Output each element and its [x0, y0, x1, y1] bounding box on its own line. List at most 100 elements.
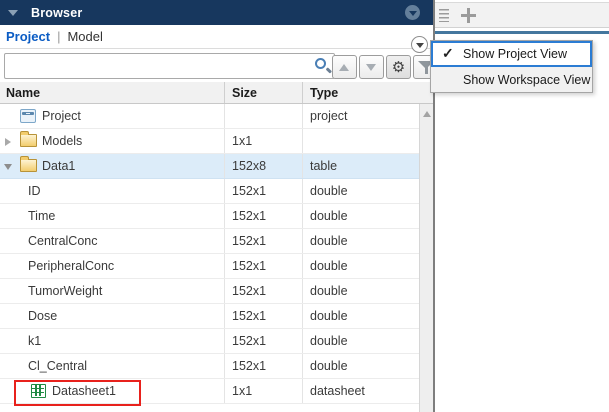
menu-item-label: Show Workspace View — [463, 73, 591, 87]
name-cell: Data1 — [0, 154, 224, 178]
name-cell: Cl_Central — [0, 354, 224, 378]
size-cell: 152x1 — [224, 179, 302, 203]
row-name: Dose — [28, 309, 58, 323]
column-header-size[interactable]: Size — [224, 82, 302, 103]
size-cell: 152x1 — [224, 229, 302, 253]
column-header-type[interactable]: Type — [302, 82, 433, 103]
type-cell: table — [302, 154, 419, 178]
table-row-selected[interactable]: Data1 152x8 table — [0, 154, 419, 179]
panel-title: Browser — [31, 5, 83, 20]
view-dropdown-menu: ✓ Show Project View Show Workspace View — [430, 40, 593, 93]
size-cell: 1x1 — [224, 129, 302, 153]
size-cell: 152x1 — [224, 354, 302, 378]
row-name: PeripheralConc — [28, 259, 115, 273]
table-row[interactable]: k1 152x1 double — [0, 329, 419, 354]
size-cell: 1x1 — [224, 379, 302, 403]
type-cell: datasheet — [302, 379, 419, 403]
size-cell: 152x1 — [224, 304, 302, 328]
view-menu-dropdown-icon[interactable] — [411, 36, 428, 53]
menu-item-show-project-view[interactable]: ✓ Show Project View — [431, 41, 592, 67]
size-cell: 152x1 — [224, 329, 302, 353]
name-cell: Project — [0, 104, 224, 128]
size-cell: 152x1 — [224, 254, 302, 278]
type-cell: double — [302, 354, 419, 378]
type-cell: double — [302, 179, 419, 203]
row-name: ID — [28, 184, 41, 198]
expander-expanded-icon[interactable] — [4, 164, 12, 170]
table-row[interactable]: CentralConc 152x1 double — [0, 229, 419, 254]
name-cell: Dose — [0, 304, 224, 328]
row-name: Project — [42, 109, 81, 123]
grip-icon[interactable] — [439, 8, 449, 22]
name-cell: CentralConc — [0, 229, 224, 253]
row-name: Cl_Central — [28, 359, 88, 373]
type-cell: project — [302, 104, 419, 128]
vertical-scrollbar[interactable] — [419, 104, 433, 412]
table-row[interactable]: PeripheralConc 152x1 double — [0, 254, 419, 279]
table-row-datasheet[interactable]: Datasheet1 1x1 datasheet — [0, 379, 419, 404]
tab-project[interactable]: Project — [6, 29, 50, 44]
search-input[interactable] — [9, 55, 304, 77]
row-name: TumorWeight — [28, 284, 103, 298]
search-icon — [315, 58, 326, 69]
name-cell: k1 — [0, 329, 224, 353]
type-cell: double — [302, 254, 419, 278]
search-box — [4, 53, 335, 79]
panel-actions-icon[interactable] — [405, 5, 420, 20]
tab-separator: | — [57, 29, 61, 44]
active-tab-indicator — [435, 31, 609, 34]
type-cell: double — [302, 329, 419, 353]
next-match-button[interactable] — [359, 55, 384, 79]
table-row[interactable]: Project project — [0, 104, 419, 129]
browser-panel: Browser Project | Model ⚙ Name Size Type… — [0, 0, 438, 412]
arrow-down-icon — [366, 64, 376, 71]
type-cell: double — [302, 204, 419, 228]
table-row[interactable]: TumorWeight 152x1 double — [0, 279, 419, 304]
add-tab-button[interactable] — [461, 7, 476, 23]
size-cell: 152x1 — [224, 279, 302, 303]
view-tab-row: Project | Model — [0, 25, 433, 49]
browser-title-bar: Browser — [0, 0, 433, 25]
name-cell: TumorWeight — [0, 279, 224, 303]
column-header-name[interactable]: Name — [0, 86, 224, 100]
project-icon — [20, 109, 36, 123]
folder-icon — [20, 131, 37, 147]
size-cell: 152x8 — [224, 154, 302, 178]
checkmark-icon: ✓ — [442, 45, 454, 61]
previous-match-button[interactable] — [332, 55, 357, 79]
table-header: Name Size Type — [0, 82, 433, 104]
size-cell: 152x1 — [224, 204, 302, 228]
name-cell: Models — [0, 129, 224, 153]
name-cell: Time — [0, 204, 224, 228]
table-row[interactable]: Cl_Central 152x1 double — [0, 354, 419, 379]
table-row[interactable]: Models 1x1 — [0, 129, 419, 154]
tree-table: Project project Models 1x1 Data1 152x8 t… — [0, 104, 419, 404]
type-cell: double — [302, 229, 419, 253]
name-cell: ID — [0, 179, 224, 203]
row-name: Datasheet1 — [52, 384, 116, 398]
table-row[interactable]: ID 152x1 double — [0, 179, 419, 204]
simbiology-browser-window: Browser Project | Model ⚙ Name Size Type… — [0, 0, 609, 412]
tab-model[interactable]: Model — [67, 29, 102, 44]
name-cell: PeripheralConc — [0, 254, 224, 278]
type-cell — [302, 129, 419, 153]
scroll-up-icon[interactable] — [422, 111, 431, 117]
row-name: Time — [28, 209, 56, 223]
table-row[interactable]: Time 152x1 double — [0, 204, 419, 229]
datasheet-icon — [31, 384, 46, 398]
menu-item-show-workspace-view[interactable]: Show Workspace View — [431, 67, 592, 93]
type-cell: double — [302, 304, 419, 328]
settings-button[interactable]: ⚙ — [386, 55, 411, 79]
row-name: Models — [42, 134, 83, 148]
gear-icon: ⚙ — [391, 58, 406, 76]
panel-collapse-icon[interactable] — [8, 9, 18, 16]
row-name: k1 — [28, 334, 42, 348]
row-name: CentralConc — [28, 234, 98, 248]
table-row[interactable]: Dose 152x1 double — [0, 304, 419, 329]
name-cell: Datasheet1 — [0, 379, 224, 403]
size-cell — [224, 104, 302, 128]
expander-collapsed-icon[interactable] — [5, 138, 11, 146]
folder-icon — [20, 156, 37, 172]
arrow-up-icon — [339, 64, 349, 71]
document-tab-bar — [435, 2, 609, 28]
